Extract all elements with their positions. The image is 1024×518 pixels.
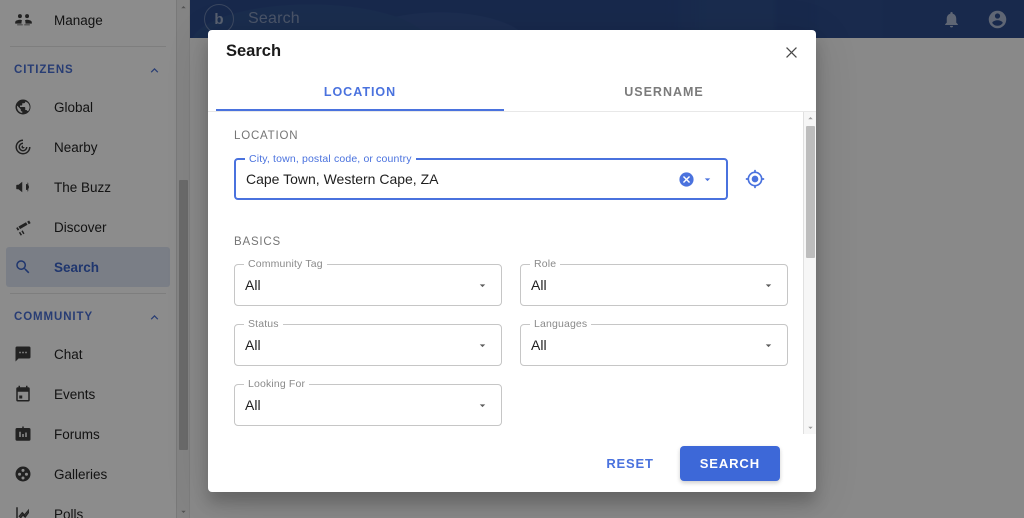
location-section-heading: LOCATION [234,130,299,142]
location-input-value[interactable]: Cape Town, Western Cape, ZA [236,171,678,187]
status-legend: Status [244,318,283,330]
status-select[interactable]: Status All [234,318,502,366]
community-tag-legend: Community Tag [244,258,327,270]
dialog-scrollbar-thumb[interactable] [806,126,815,258]
dialog-body: LOCATION City, town, postal code, or cou… [208,112,816,434]
arrow-drop-down-icon[interactable] [476,339,489,352]
location-input[interactable]: City, town, postal code, or country Cape… [234,153,728,200]
basics-fields-grid: Community Tag All Role All Status All La… [234,258,788,426]
tab-username[interactable]: USERNAME [512,72,816,111]
role-select[interactable]: Role All [520,258,788,306]
languages-select[interactable]: Languages All [520,318,788,366]
location-field-wrapper: City, town, postal code, or country Cape… [234,153,728,200]
app-root: b Search Manage CITIZENS Global Nearby T… [0,0,1024,518]
languages-value: All [531,337,547,353]
role-legend: Role [530,258,561,270]
dialog-title: Search [226,41,282,60]
dialog-tabs: LOCATION USERNAME [208,72,816,112]
role-value: All [531,277,547,293]
looking-for-legend: Looking For [244,378,310,390]
location-row: City, town, postal code, or country Cape… [234,153,770,200]
scroll-down-arrow-icon[interactable] [804,421,816,434]
arrow-drop-down-icon[interactable] [762,279,775,292]
my-location-icon[interactable] [740,164,770,194]
search-dialog: Search LOCATION USERNAME LOCATION City, … [208,30,816,492]
community-tag-select[interactable]: Community Tag All [234,258,502,306]
basics-section-heading: BASICS [234,236,281,248]
dialog-scroll-region: LOCATION City, town, postal code, or cou… [234,130,788,434]
arrow-drop-down-icon[interactable] [476,279,489,292]
clear-circle-icon[interactable] [678,171,695,188]
arrow-drop-down-icon[interactable] [701,173,714,186]
scroll-up-arrow-icon[interactable] [804,112,816,125]
close-icon[interactable] [776,37,806,67]
community-tag-value: All [245,277,261,293]
status-value: All [245,337,261,353]
dialog-footer: RESET SEARCH [208,434,816,492]
tab-location[interactable]: LOCATION [208,72,512,111]
search-button[interactable]: SEARCH [679,445,780,481]
languages-legend: Languages [530,318,592,330]
arrow-drop-down-icon[interactable] [762,339,775,352]
arrow-drop-down-icon[interactable] [476,399,489,412]
looking-for-select[interactable]: Looking For All [234,378,502,426]
dialog-scrollbar[interactable] [803,112,816,434]
reset-button[interactable]: RESET [594,447,665,480]
looking-for-value: All [245,397,261,413]
location-input-legend: City, town, postal code, or country [245,153,416,165]
dialog-header: Search [208,30,816,72]
